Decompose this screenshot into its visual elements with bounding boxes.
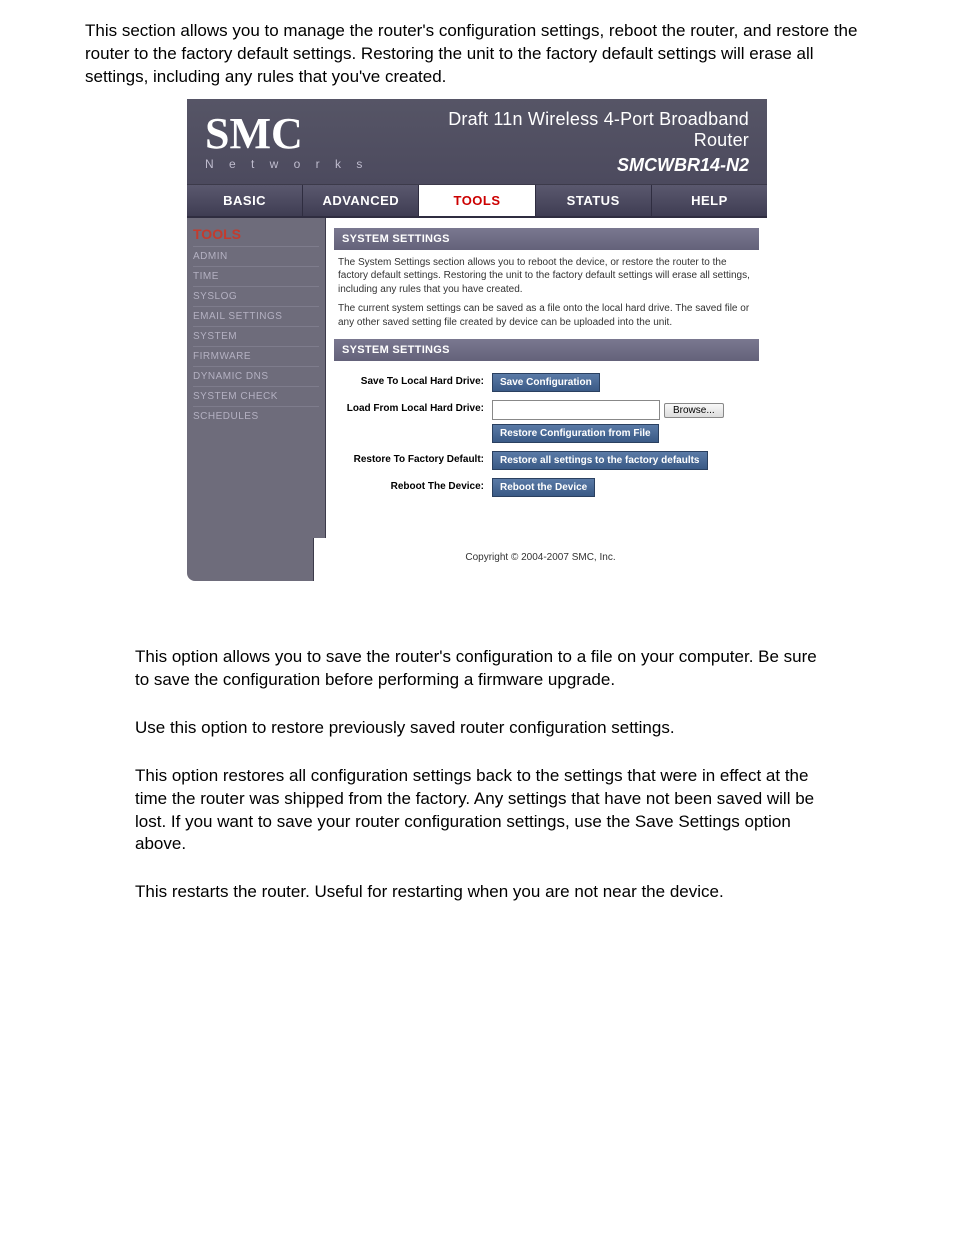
- outro-p1: This option allows you to save the route…: [0, 621, 954, 692]
- sidebar-item-system[interactable]: SYSTEM: [193, 326, 319, 346]
- outro-p3: This option restores all configuration s…: [0, 740, 954, 857]
- sidebar-title: TOOLS: [193, 224, 319, 246]
- brand-name: SMC: [205, 114, 368, 154]
- restore-factory-defaults-button[interactable]: Restore all settings to the factory defa…: [492, 451, 708, 470]
- outro-p4: This restarts the router. Useful for res…: [0, 856, 954, 904]
- reboot-device-button[interactable]: Reboot the Device: [492, 478, 595, 497]
- section-desc-p1: The System Settings section allows you t…: [338, 256, 755, 297]
- label-reboot: Reboot The Device:: [334, 478, 492, 492]
- sidebar-item-dynamic-dns[interactable]: DYNAMIC DNS: [193, 366, 319, 386]
- sidebar-item-admin[interactable]: ADMIN: [193, 246, 319, 266]
- tab-basic[interactable]: BASIC: [187, 185, 303, 216]
- header-title-block: Draft 11n Wireless 4-Port Broadband Rout…: [368, 109, 749, 176]
- sidebar: TOOLS ADMIN TIME SYSLOG EMAIL SETTINGS S…: [187, 218, 325, 538]
- save-configuration-button[interactable]: Save Configuration: [492, 373, 600, 392]
- section-desc-p2: The current system settings can be saved…: [338, 302, 755, 329]
- section-header-2: SYSTEM SETTINGS: [334, 339, 759, 361]
- sidebar-item-schedules[interactable]: SCHEDULES: [193, 406, 319, 426]
- router-header: SMC N e t w o r k s Draft 11n Wireless 4…: [187, 99, 767, 185]
- section-desc: The System Settings section allows you t…: [334, 250, 759, 340]
- label-save: Save To Local Hard Drive:: [334, 373, 492, 387]
- product-title: Draft 11n Wireless 4-Port Broadband Rout…: [398, 109, 749, 151]
- copyright-footer: Copyright © 2004-2007 SMC, Inc.: [313, 538, 767, 581]
- section-header-1: SYSTEM SETTINGS: [334, 228, 759, 250]
- row-factory: Restore To Factory Default: Restore all …: [334, 447, 759, 474]
- tab-help[interactable]: HELP: [652, 185, 767, 216]
- tab-tools[interactable]: TOOLS: [419, 185, 535, 216]
- row-reboot: Reboot The Device: Reboot the Device: [334, 474, 759, 501]
- browse-button[interactable]: Browse...: [664, 403, 724, 418]
- router-body: TOOLS ADMIN TIME SYSLOG EMAIL SETTINGS S…: [187, 218, 767, 538]
- tab-status[interactable]: STATUS: [536, 185, 652, 216]
- sidebar-item-email-settings[interactable]: EMAIL SETTINGS: [193, 306, 319, 326]
- label-load: Load From Local Hard Drive:: [334, 400, 492, 414]
- sidebar-item-syslog[interactable]: SYSLOG: [193, 286, 319, 306]
- outro-p2: Use this option to restore previously sa…: [0, 692, 954, 740]
- row-save: Save To Local Hard Drive: Save Configura…: [334, 369, 759, 396]
- tab-advanced[interactable]: ADVANCED: [303, 185, 419, 216]
- row-load: Load From Local Hard Drive: Browse... Re…: [334, 396, 759, 447]
- intro-text: This section allows you to manage the ro…: [0, 0, 954, 89]
- router-admin-screenshot: SMC N e t w o r k s Draft 11n Wireless 4…: [187, 99, 767, 581]
- model-number: SMCWBR14-N2: [398, 155, 749, 176]
- brand-logo: SMC N e t w o r k s: [205, 114, 368, 172]
- main-content: SYSTEM SETTINGS The System Settings sect…: [325, 218, 767, 538]
- main-nav: BASIC ADVANCED TOOLS STATUS HELP: [187, 185, 767, 218]
- label-factory: Restore To Factory Default:: [334, 451, 492, 465]
- sidebar-item-time[interactable]: TIME: [193, 266, 319, 286]
- restore-from-file-button[interactable]: Restore Configuration from File: [492, 424, 659, 443]
- brand-subtitle: N e t w o r k s: [205, 157, 368, 171]
- file-path-input[interactable]: [492, 400, 660, 420]
- sidebar-item-system-check[interactable]: SYSTEM CHECK: [193, 386, 319, 406]
- sidebar-item-firmware[interactable]: FIRMWARE: [193, 346, 319, 366]
